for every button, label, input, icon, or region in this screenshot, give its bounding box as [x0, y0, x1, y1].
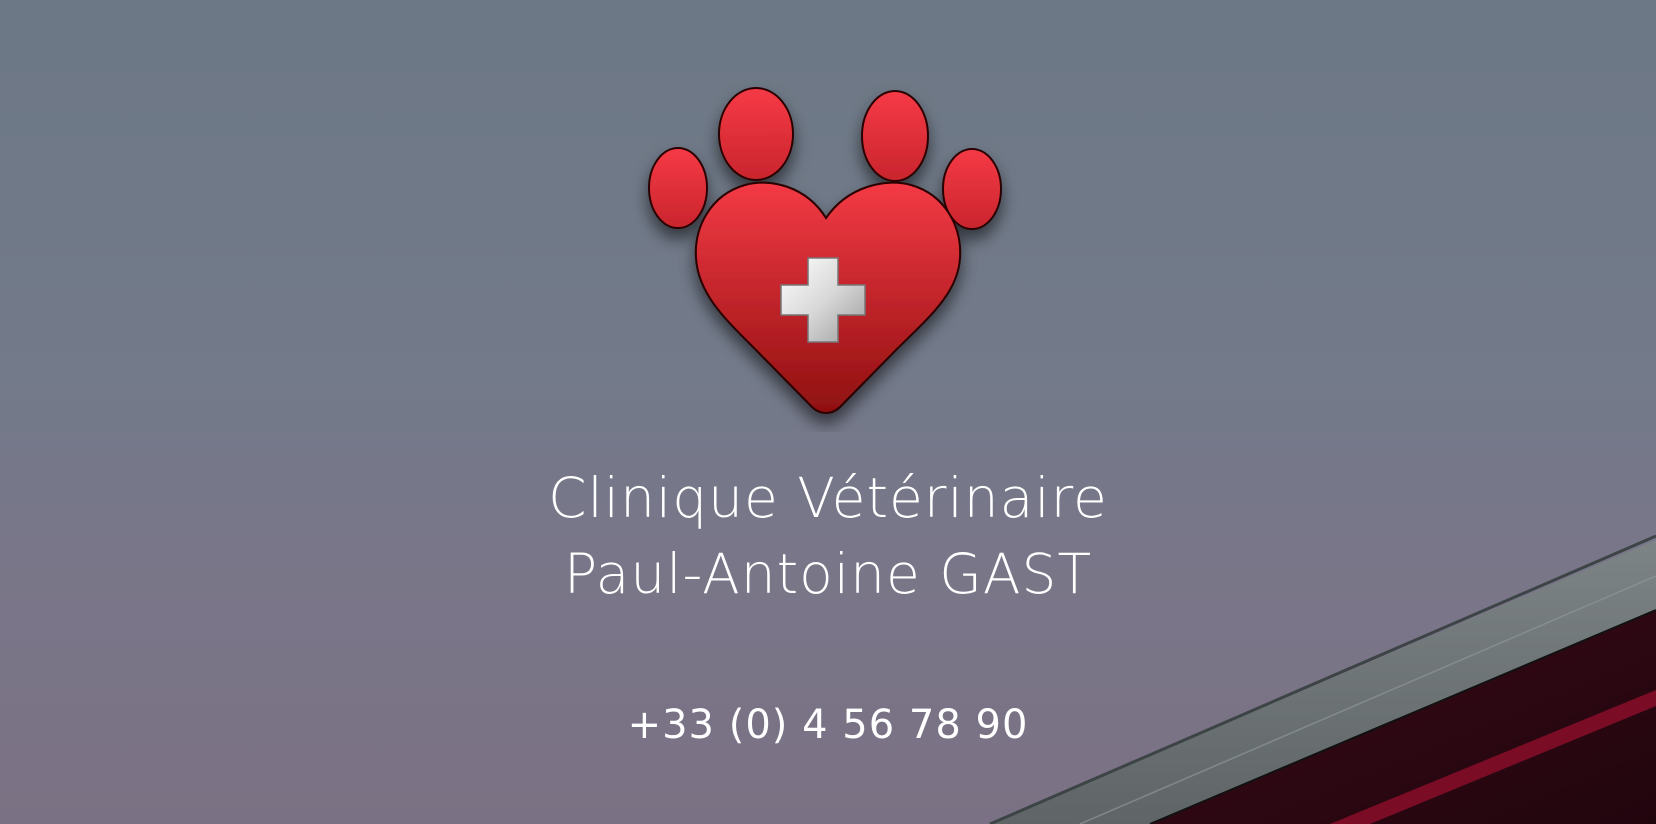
hero-section: Clinique Vétérinaire Paul-Antoine GAST +… [0, 0, 1656, 824]
clinic-name-line-1: Clinique Vétérinaire [548, 466, 1108, 530]
paw-heart-cross-icon [648, 87, 1002, 414]
clinic-name-line-2: Paul-Antoine GAST [563, 542, 1093, 606]
clinic-name: Clinique Vétérinaire Paul-Antoine GAST [0, 460, 1656, 612]
phone-number-link[interactable]: +33 (0) 4 56 78 90 [0, 700, 1656, 750]
